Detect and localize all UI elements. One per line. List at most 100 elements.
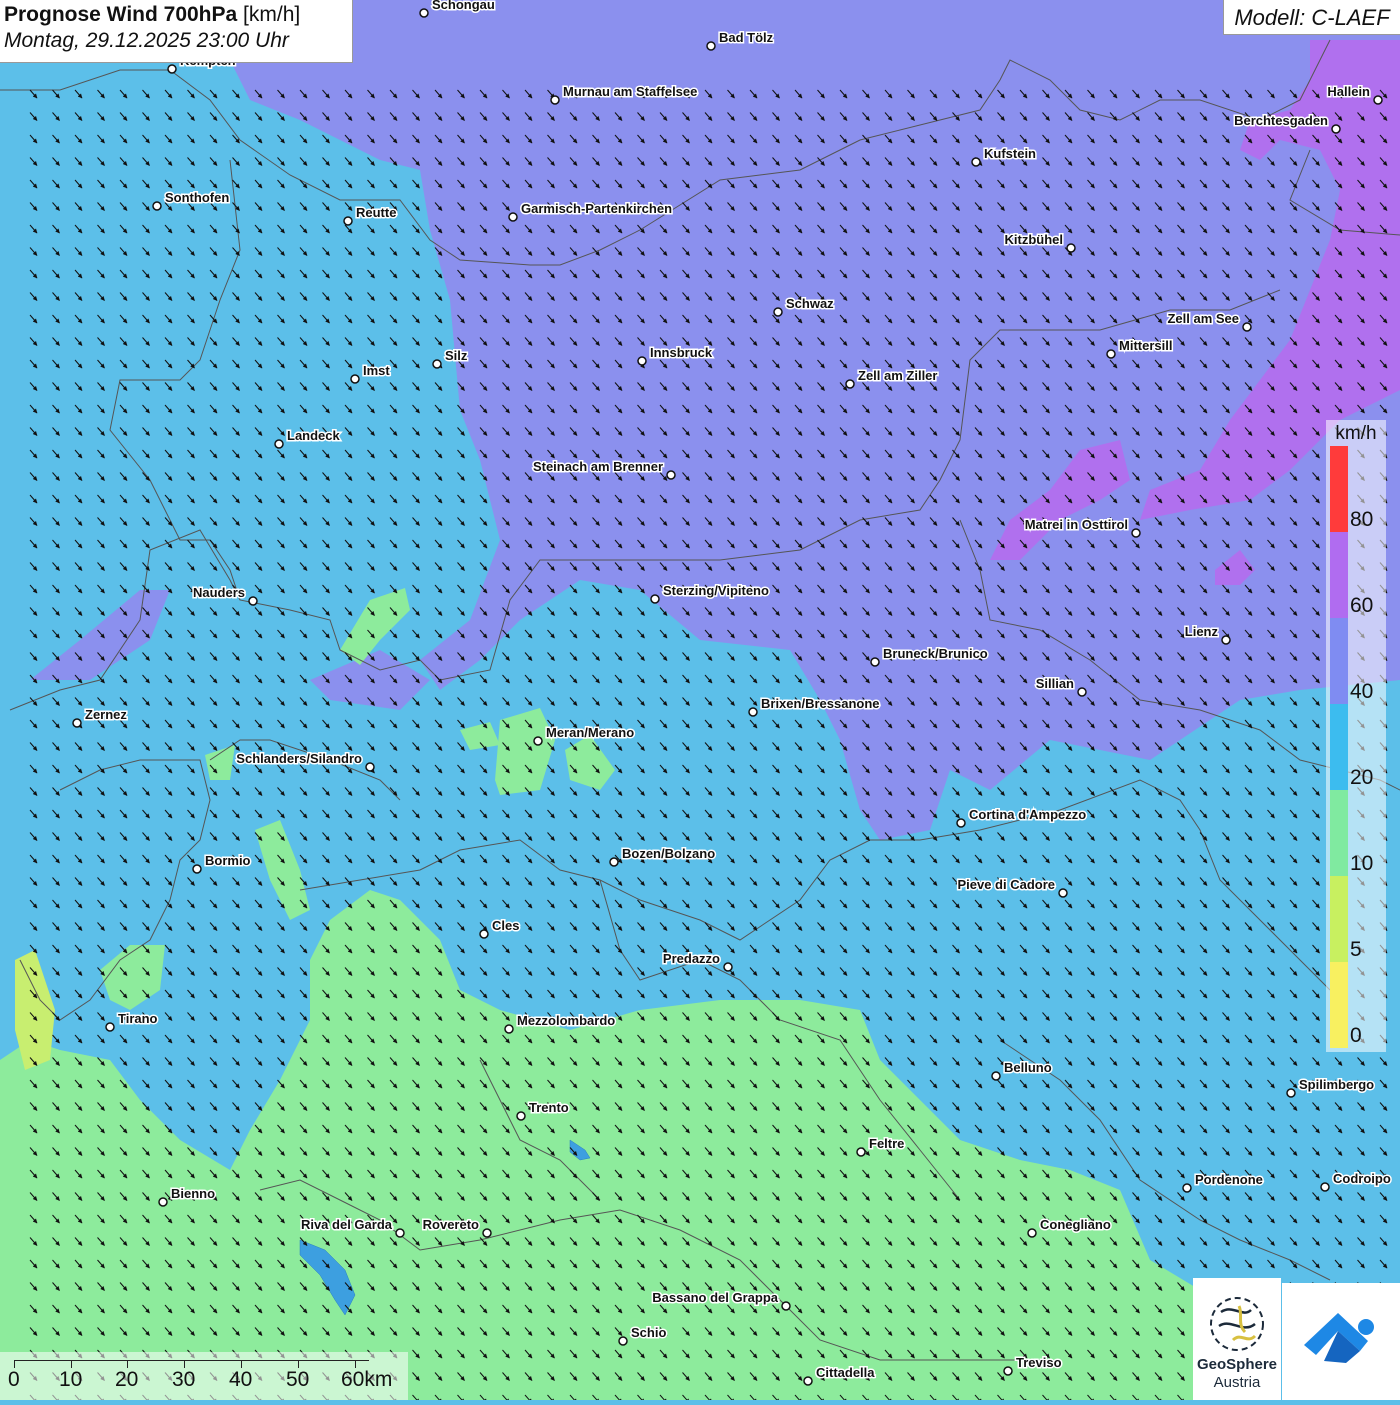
scale-tick	[127, 1360, 128, 1368]
city-dot	[723, 962, 733, 972]
legend-label-10: 10	[1350, 852, 1374, 875]
city-label: Feltre	[869, 1136, 904, 1151]
city-dot	[1003, 1366, 1013, 1376]
city-dot	[706, 41, 716, 51]
city-dot	[748, 707, 758, 717]
city-dot	[192, 864, 202, 874]
city-label: Silz	[445, 348, 468, 363]
scale-label-40: 40	[229, 1368, 253, 1391]
legend-label-60: 60	[1350, 594, 1374, 617]
legend-label-20: 20	[1350, 766, 1374, 789]
city-label: Zell am See	[1167, 311, 1239, 326]
city-label: Zernez	[85, 707, 127, 722]
city-dot	[856, 1147, 866, 1157]
city-label: Cles	[492, 918, 519, 933]
geosphere-logo[interactable]: GeoSphere Austria	[1193, 1278, 1281, 1400]
legend-bar-20-40	[1330, 704, 1348, 790]
legend-bar-40-60	[1330, 618, 1348, 704]
city-label: Matrei in Osttirol	[1025, 517, 1128, 532]
city-dot	[419, 8, 429, 18]
city-label: Bormio	[205, 853, 251, 868]
city-label: Brixen/Bressanone	[761, 696, 880, 711]
city-dot	[666, 470, 676, 480]
geosphere-logo-icon	[1210, 1297, 1264, 1351]
city-label: Steinach am Brenner	[533, 459, 663, 474]
logo-line1: GeoSphere	[1196, 1356, 1278, 1373]
legend-label-80: 80	[1350, 508, 1374, 531]
city-dot	[432, 359, 442, 369]
legend-bar-60-80	[1330, 532, 1348, 618]
forecast-datetime: Montag, 29.12.2025 23:00 Uhr	[4, 29, 289, 52]
city-label: Nauders	[193, 585, 245, 600]
map-title-unit: [km/h]	[243, 3, 301, 26]
city-dot	[1331, 124, 1341, 134]
legend-label-40: 40	[1350, 680, 1374, 703]
city-label: Lienz	[1185, 624, 1219, 639]
legend-label-5: 5	[1350, 938, 1362, 961]
city-label: Bad Tölz	[719, 30, 774, 45]
legend-bar-5-10	[1330, 876, 1348, 962]
city-dot	[274, 439, 284, 449]
city-dot	[781, 1301, 791, 1311]
city-label: Berchtesgaden	[1234, 113, 1328, 128]
city-dot	[516, 1111, 526, 1121]
city-label: Bienno	[171, 1186, 215, 1201]
city-dot	[1027, 1228, 1037, 1238]
city-dot	[1066, 243, 1076, 253]
city-dot	[609, 857, 619, 867]
city-dot	[1077, 687, 1087, 697]
city-dot	[482, 1228, 492, 1238]
city-dot	[1320, 1182, 1330, 1192]
scale-bar: 0 10 20 30 40 50 60km	[0, 1352, 408, 1400]
city-label: Bruneck/Brunico	[883, 646, 988, 661]
city-label: Cittadella	[816, 1365, 875, 1380]
city-label: Kufstein	[984, 146, 1036, 161]
city-label: Cortina d'Ampezzo	[969, 807, 1086, 822]
scale-tick	[14, 1360, 15, 1368]
color-legend: km/h 80 60 40 20 10 5 0	[1326, 420, 1386, 1052]
city-dot	[803, 1376, 813, 1386]
title-box: Prognose Wind 700hPa [km/h] Montag, 29.1…	[0, 0, 353, 63]
city-dot	[1286, 1088, 1296, 1098]
city-dot	[773, 307, 783, 317]
scale-label-0: 0	[8, 1368, 20, 1391]
city-dot	[365, 762, 375, 772]
city-dot	[152, 201, 162, 211]
legend-bar-10-20	[1330, 790, 1348, 876]
city-label: Mittersill	[1119, 338, 1172, 353]
city-label: Zell am Ziller	[858, 368, 937, 383]
cloud-arrow-icon	[1304, 1313, 1374, 1363]
model-label: Modell: C-LAEF	[1223, 0, 1400, 35]
legend-unit: km/h	[1335, 423, 1377, 444]
city-label: Innsbruck	[650, 345, 713, 360]
city-dot	[167, 64, 177, 74]
city-dot	[1373, 95, 1383, 105]
scale-label-30: 30	[172, 1368, 196, 1391]
scale-tick	[184, 1360, 185, 1368]
wind-map: SchongauBad TölzKemptenMurnau am Staffel…	[0, 0, 1400, 1400]
city-dot	[248, 596, 258, 606]
city-dot	[533, 736, 543, 746]
city-label: Imst	[363, 363, 390, 378]
city-label: Tirano	[118, 1011, 158, 1026]
city-label: Predazzo	[663, 951, 720, 966]
city-dot	[479, 929, 489, 939]
city-dot	[1242, 322, 1252, 332]
weather-app-logo[interactable]	[1282, 1283, 1400, 1400]
city-label: Rovereto	[423, 1217, 479, 1232]
city-label: Bassano del Grappa	[652, 1290, 778, 1305]
city-dot	[343, 216, 353, 226]
city-dot	[1131, 528, 1141, 538]
city-label: Hallein	[1327, 84, 1370, 99]
scale-label-60: 60km	[341, 1368, 393, 1391]
city-label: Trento	[529, 1100, 569, 1115]
city-dot	[395, 1228, 405, 1238]
scale-tick	[241, 1360, 242, 1368]
city-dot	[991, 1071, 1001, 1081]
city-dot	[1106, 349, 1116, 359]
city-label: Sonthofen	[165, 190, 229, 205]
city-label: Garmisch-Partenkirchen	[521, 201, 672, 216]
scale-label-20: 20	[115, 1368, 139, 1391]
city-label: Meran/Merano	[546, 725, 634, 740]
city-dot	[72, 718, 82, 728]
